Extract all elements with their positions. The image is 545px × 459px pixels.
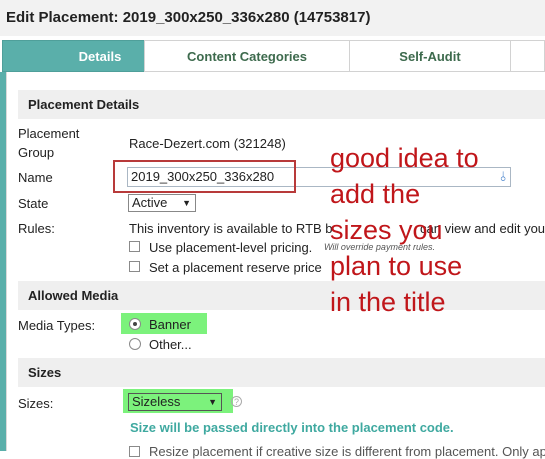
resize-placement-label: Resize placement if creative size is dif… <box>149 444 545 459</box>
sizes-label: Sizes: <box>18 396 54 411</box>
reserve-price-checkbox[interactable] <box>129 261 140 272</box>
state-select[interactable]: Active ▼ <box>128 194 196 212</box>
radio-selected-dot <box>133 322 137 326</box>
tab-overflow[interactable] <box>510 40 545 72</box>
name-label: Name <box>18 170 53 185</box>
tab-self-audit[interactable]: Self-Audit <box>349 40 511 72</box>
annotation-line-3: sizes you <box>330 215 443 245</box>
sizes-note: Size will be passed directly into the pl… <box>130 420 454 435</box>
dropdown-arrow-icon: ▼ <box>208 397 217 407</box>
banner-option-label: Banner <box>149 317 191 332</box>
section-header-placement-details: Placement Details <box>18 90 545 119</box>
state-label: State <box>18 196 49 211</box>
name-highlight-box <box>113 160 296 193</box>
sizes-select-value: Sizeless <box>132 394 181 409</box>
dialog-title: Edit Placement: 2019_300x250_336x280 (14… <box>6 9 371 26</box>
dialog-titlebar: Edit Placement: 2019_300x250_336x280 (14… <box>0 0 545 36</box>
other-radio[interactable] <box>129 338 141 350</box>
placement-pricing-label: Use placement-level pricing. <box>149 240 313 255</box>
banner-radio[interactable] <box>129 318 141 330</box>
annotation-line-5: in the title <box>330 287 446 317</box>
reserve-price-label: Set a placement reserve price <box>149 260 322 275</box>
placement-pricing-checkbox[interactable] <box>129 241 140 252</box>
dropdown-arrow-icon: ▼ <box>182 198 191 208</box>
media-types-label: Media Types: <box>18 318 96 333</box>
edit-pencil-icon[interactable]: ⫰ <box>500 168 506 186</box>
sizes-select[interactable]: Sizeless ▼ <box>128 393 222 411</box>
placement-group-value: Race-Dezert.com (321248) <box>129 136 286 151</box>
tab-content-categories[interactable]: Content Categories <box>144 40 350 72</box>
annotation-line-2: add the <box>330 179 421 209</box>
annotation-line-1: good idea to <box>330 143 479 173</box>
annotation-line-4: plan to use <box>330 251 463 281</box>
placement-group-label-line1: Placement <box>18 126 80 141</box>
rules-label: Rules: <box>18 221 55 236</box>
section-header-allowed-media: Allowed Media <box>18 281 545 310</box>
state-select-value: Active <box>132 195 168 210</box>
tab-bar: Details Content Categories Self-Audit <box>0 40 545 72</box>
section-header-sizes: Sizes <box>18 358 545 387</box>
help-icon[interactable]: ? <box>231 396 242 407</box>
rules-text: This inventory is available to RTB b <box>129 221 333 236</box>
placement-group-label-line2: Group <box>18 145 55 160</box>
resize-placement-checkbox[interactable] <box>129 446 140 457</box>
other-option-label: Other... <box>149 337 192 352</box>
